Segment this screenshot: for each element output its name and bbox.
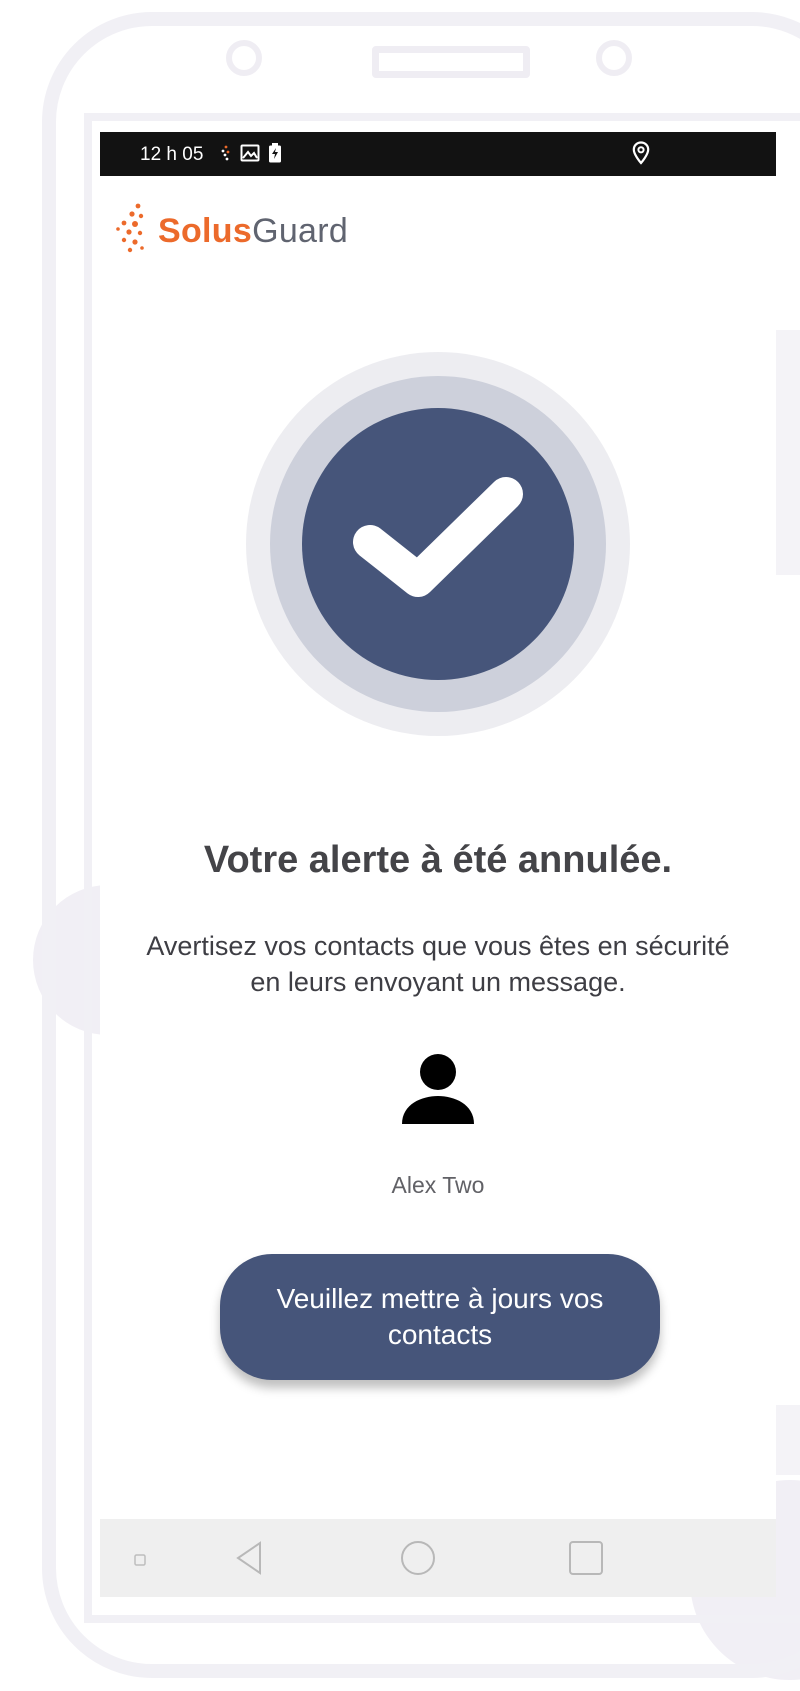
- signal-icon: [220, 144, 232, 167]
- confirmation-message: Avertisez vos contacts que vous êtes en …: [146, 931, 730, 997]
- proximity-sensor: [596, 40, 632, 76]
- recents-icon[interactable]: [566, 1538, 606, 1578]
- device-frame: 12 h 05 SolusGuard Votre alerte à été an…: [0, 0, 800, 1691]
- app-screen: 12 h 05 SolusGuard Votre alerte à été an…: [100, 132, 776, 1597]
- back-icon[interactable]: [230, 1538, 270, 1578]
- confirmation-title: Votre alerte à été annulée.: [203, 839, 673, 881]
- contact-name: Alex Two: [391, 1172, 485, 1198]
- status-bar: 12 h 05: [100, 132, 776, 176]
- system-navigation-bar: [100, 1519, 776, 1597]
- checkmark-icon: [246, 352, 630, 736]
- logo-wordmark: SolusGuard: [158, 212, 348, 251]
- status-icons: [220, 143, 282, 168]
- earpiece-speaker: [372, 46, 530, 78]
- app-logo: SolusGuard: [116, 202, 348, 261]
- person-icon: [398, 1052, 478, 1132]
- logo-wordmark-primary: Solus: [158, 212, 253, 250]
- status-time: 12 h 05: [140, 144, 204, 165]
- image-icon: [240, 144, 260, 167]
- front-camera: [226, 40, 262, 76]
- logo-mark-icon: [116, 202, 152, 261]
- location-icon: [632, 141, 650, 170]
- battery-charging-icon: [268, 143, 282, 168]
- logo-wordmark-secondary: Guard: [252, 212, 349, 250]
- home-icon[interactable]: [398, 1538, 438, 1578]
- update-contacts-button[interactable]: Veuillez mettre à jours vos contacts: [220, 1254, 660, 1380]
- nav-indicator-icon: [134, 1553, 146, 1571]
